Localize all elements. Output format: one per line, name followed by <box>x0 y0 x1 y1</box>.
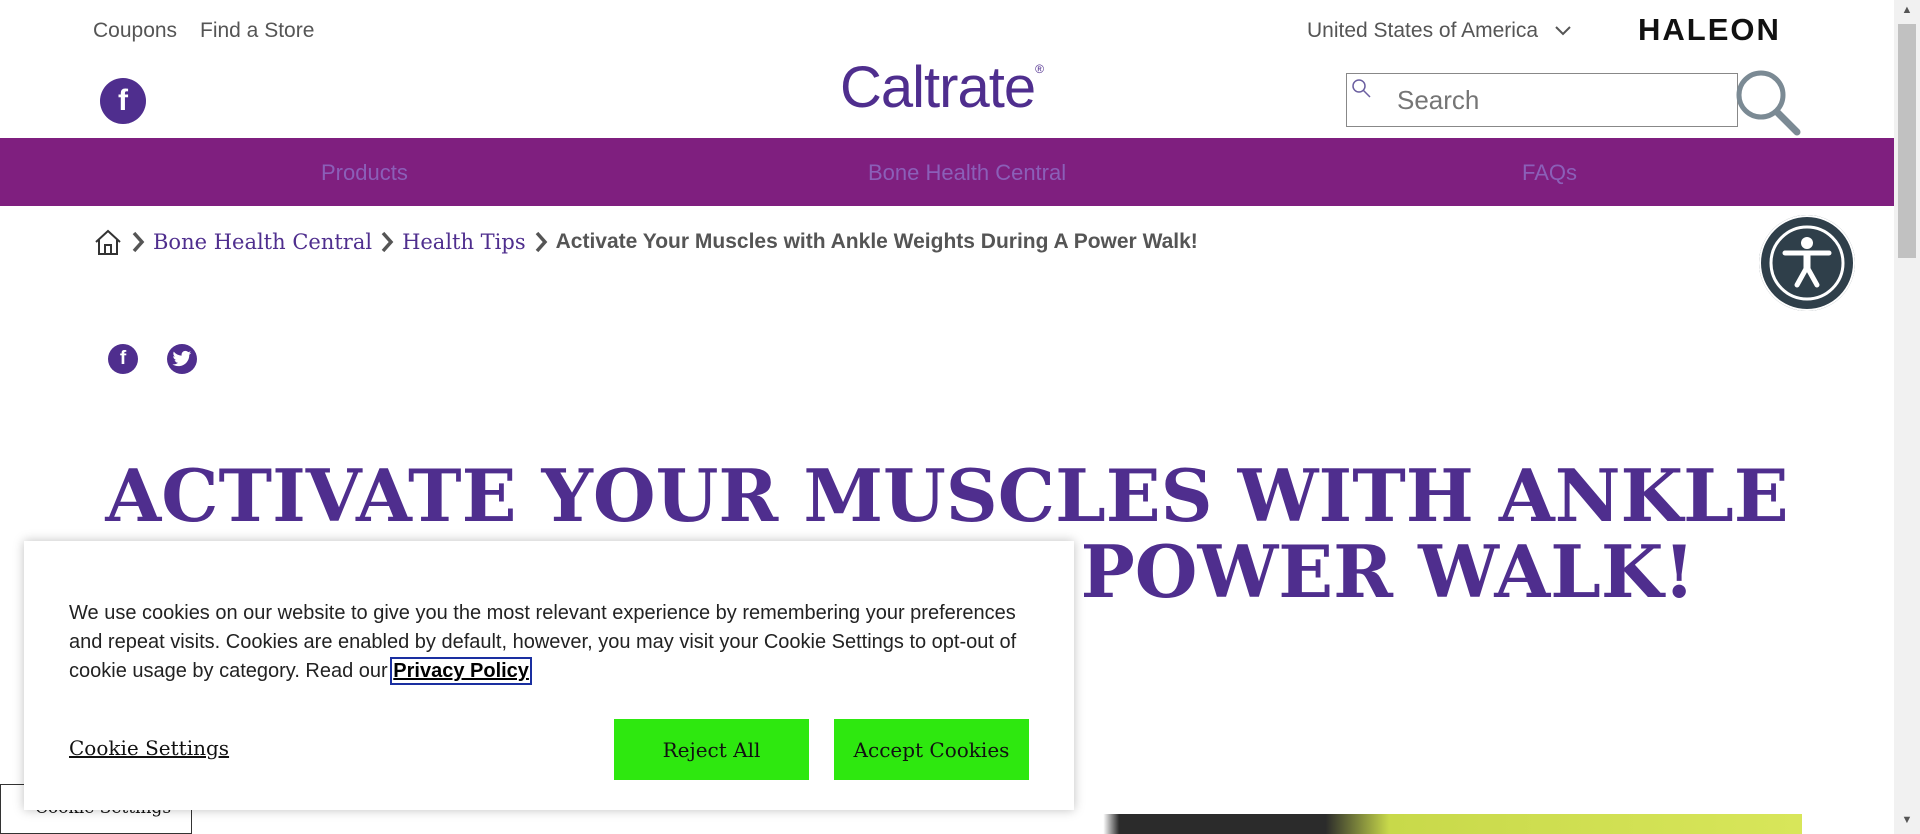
registered-mark: ® <box>1035 62 1044 76</box>
breadcrumb-health-tips[interactable]: Health Tips <box>402 230 526 254</box>
haleon-logo-text: HALEON <box>1638 12 1781 47</box>
country-label: United States of America <box>1307 19 1539 42</box>
chevron-down-icon <box>1554 19 1572 43</box>
nav-faqs[interactable]: FAQs <box>1522 160 1577 186</box>
accessibility-button[interactable] <box>1759 215 1855 311</box>
reject-all-button[interactable]: Reject All <box>614 719 809 780</box>
accessibility-icon <box>1767 223 1847 303</box>
find-store-link[interactable]: Find a Store <box>200 19 314 43</box>
share-facebook-glyph: f <box>119 348 127 369</box>
cookie-settings-link[interactable]: Cookie Settings <box>69 736 229 760</box>
chevron-right-icon <box>131 231 145 253</box>
facebook-icon[interactable]: f <box>100 78 146 124</box>
coupons-link[interactable]: Coupons <box>93 19 177 43</box>
headline-line-1: ACTIVATE YOUR MUSCLES WITH ANKLE <box>105 453 1789 538</box>
haleon-logo[interactable]: HALEON <box>1638 12 1781 48</box>
chevron-right-icon <box>380 231 394 253</box>
country-selector[interactable]: United States of America <box>1307 19 1572 43</box>
article-hero-image <box>1008 814 1802 834</box>
cookie-message-text: We use cookies on our website to give yo… <box>69 602 1017 682</box>
search-field[interactable] <box>1346 73 1738 127</box>
nav-bone-health-central[interactable]: Bone Health Central <box>868 160 1066 186</box>
caltrate-logo-text: Caltrate <box>840 55 1036 120</box>
share-twitter-icon[interactable] <box>167 344 197 374</box>
breadcrumb: Bone Health Central Health Tips Activate… <box>93 228 1198 256</box>
caltrate-logo[interactable]: Caltrate® <box>840 54 1044 121</box>
cookie-banner: We use cookies on our website to give yo… <box>24 541 1074 810</box>
cookie-message: We use cookies on our website to give yo… <box>69 599 1029 686</box>
scroll-down-arrow-icon[interactable]: ▼ <box>1898 814 1916 830</box>
home-icon[interactable] <box>93 228 123 256</box>
facebook-glyph: f <box>118 84 128 117</box>
breadcrumb-current: Activate Your Muscles with Ankle Weights… <box>555 230 1198 253</box>
search-icon <box>1350 77 1374 106</box>
nav-products[interactable]: Products <box>321 160 408 186</box>
breadcrumb-bone-health-central[interactable]: Bone Health Central <box>153 230 372 254</box>
accept-cookies-button[interactable]: Accept Cookies <box>834 719 1029 780</box>
chevron-right-icon <box>534 231 548 253</box>
scrollbar-thumb[interactable] <box>1898 24 1916 258</box>
search-submit-icon[interactable] <box>1733 68 1803 141</box>
search-input[interactable] <box>1395 83 1719 117</box>
share-facebook-icon[interactable]: f <box>108 344 138 374</box>
scroll-up-arrow-icon[interactable]: ▲ <box>1898 4 1916 20</box>
privacy-policy-link[interactable]: Privacy Policy <box>390 657 532 685</box>
